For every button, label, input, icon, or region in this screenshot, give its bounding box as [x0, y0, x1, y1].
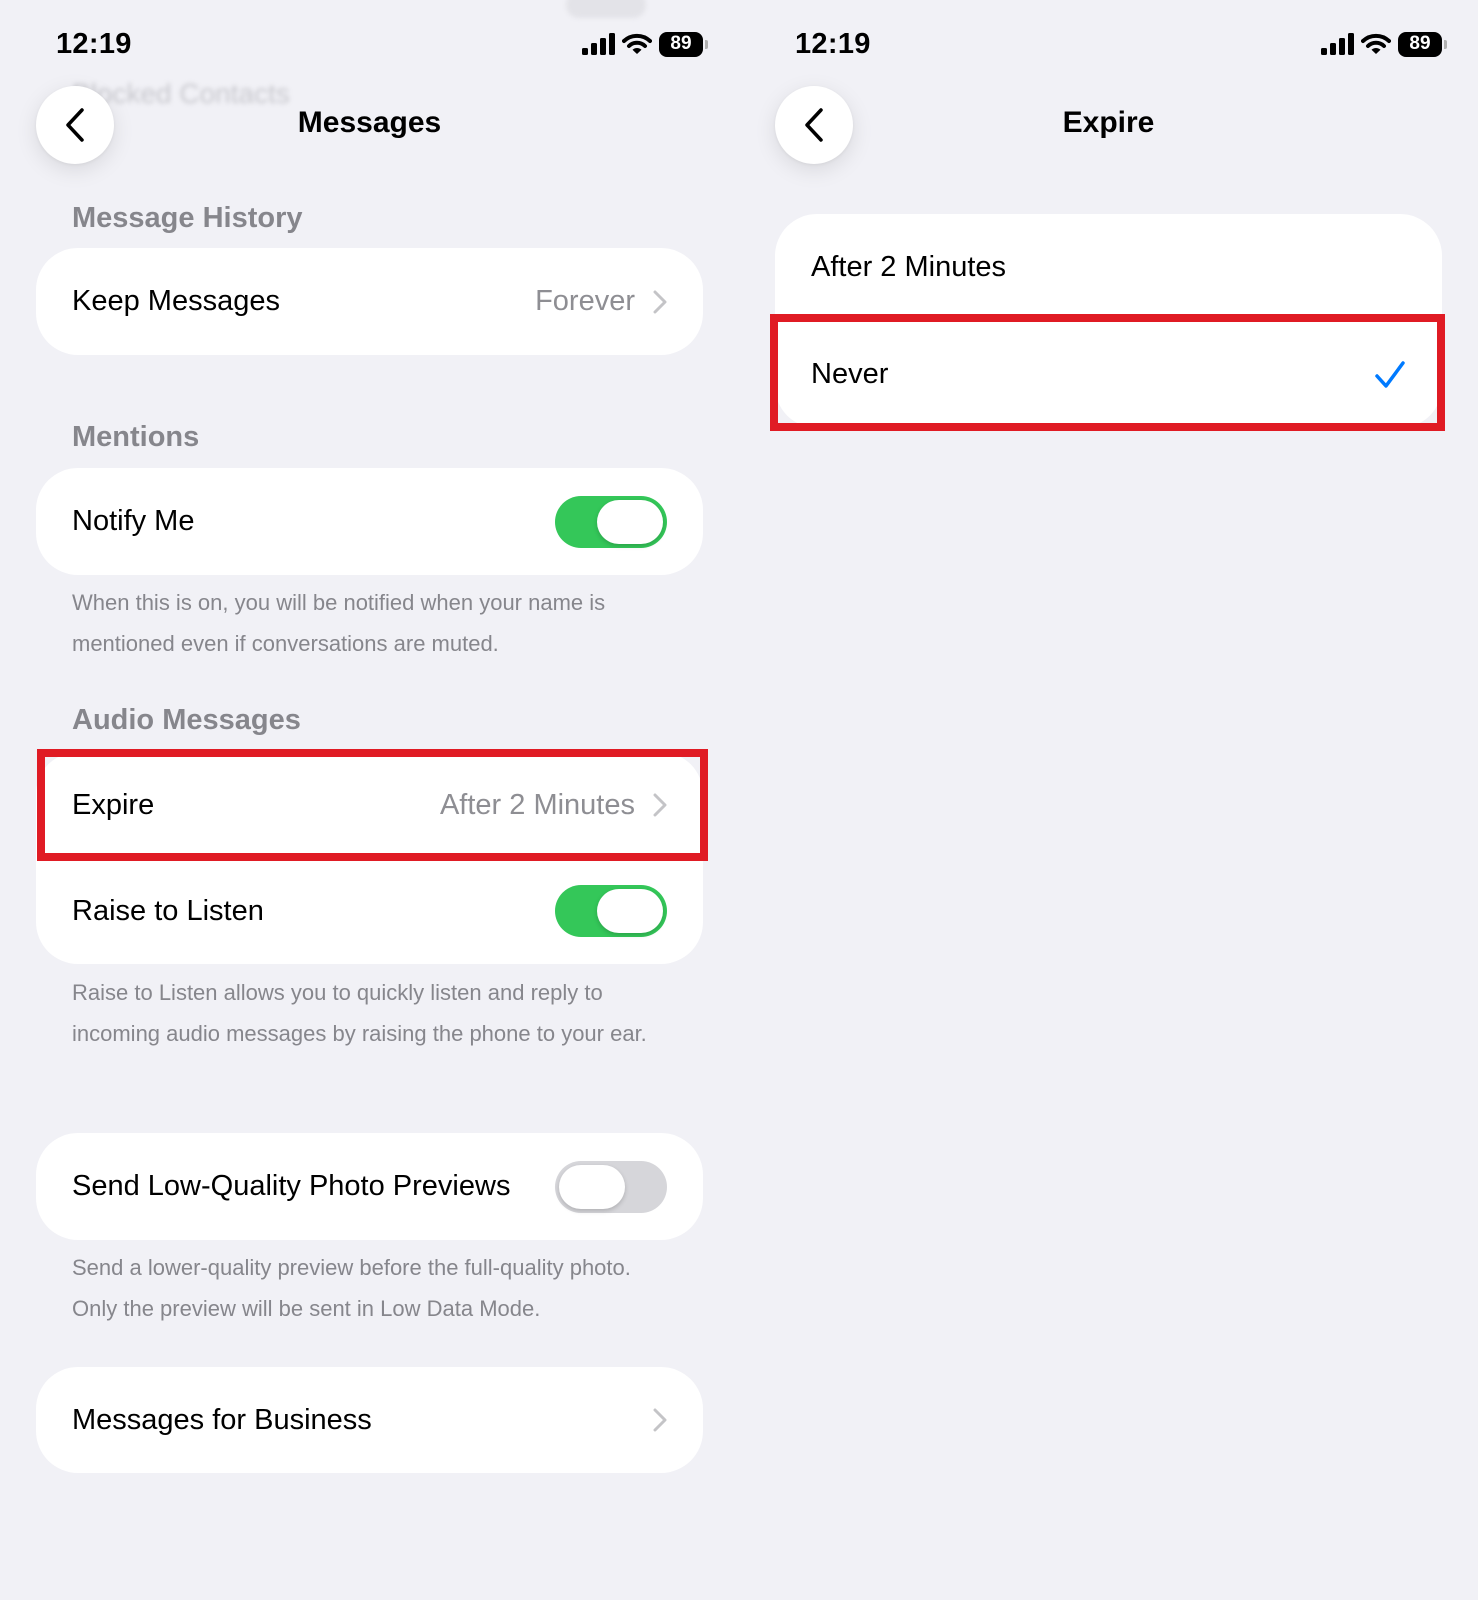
section-header-mentions: Mentions: [72, 421, 200, 453]
messages-settings-screen: Blocked Contacts 12:19 89 Messages Messa…: [0, 0, 739, 1600]
mentions-card: Notify Me: [36, 468, 703, 575]
keep-messages-label: Keep Messages: [72, 285, 280, 317]
raise-to-listen-toggle[interactable]: [555, 885, 667, 937]
toggle-knob: [597, 889, 663, 933]
notify-me-row: Notify Me: [36, 468, 703, 575]
status-time: 12:19: [795, 28, 871, 60]
raise-to-listen-row: Raise to Listen: [36, 858, 703, 964]
option-never[interactable]: Never: [775, 321, 1442, 428]
mentions-footnote: When this is on, you will be notified wh…: [72, 590, 606, 656]
notify-me-toggle[interactable]: [555, 495, 667, 548]
option-label: Never: [811, 358, 889, 390]
keep-messages-value: Forever: [535, 285, 635, 317]
chevron-right-icon: [653, 290, 667, 313]
option-label: After 2 Minutes: [811, 251, 1007, 283]
page-title: Messages: [297, 106, 442, 139]
option-after-2-minutes[interactable]: After 2 Minutes: [775, 214, 1442, 321]
status-icons: 89: [582, 30, 708, 58]
chevron-right-icon: [653, 793, 667, 817]
toggle-knob: [597, 499, 663, 544]
messages-for-business-row[interactable]: Messages for Business: [36, 1367, 703, 1473]
wifi-icon: [1361, 33, 1391, 54]
wifi-icon: [622, 33, 652, 54]
message-history-card: Keep Messages Forever: [36, 248, 703, 355]
messages-for-business-label: Messages for Business: [72, 1403, 372, 1436]
section-header-message-history: Message History: [72, 202, 303, 234]
expire-label: Expire: [72, 788, 155, 821]
status-icons: 89: [1321, 30, 1447, 58]
scrolled-toggle-ghost: [566, 0, 646, 18]
photo-previews-toggle[interactable]: [555, 1160, 667, 1213]
expire-value: After 2 Minutes: [439, 788, 635, 821]
expire-options-screen: 12:19 89 Expire After 2 Minutes Never: [739, 0, 1478, 1600]
audio-messages-footnote: Raise to Listen allows you to quickly li…: [72, 980, 647, 1046]
battery-icon: 89: [659, 31, 708, 57]
battery-icon: 89: [1398, 31, 1447, 57]
checkmark-icon: [1375, 360, 1405, 388]
notify-me-label: Notify Me: [72, 505, 195, 537]
keep-messages-row[interactable]: Keep Messages Forever: [36, 248, 703, 355]
expire-row[interactable]: Expire After 2 Minutes: [36, 752, 703, 858]
page-title: Expire: [1062, 106, 1155, 139]
photo-previews-label: Send Low-Quality Photo Previews: [72, 1170, 511, 1202]
cellular-signal-icon: [582, 33, 615, 55]
cellular-signal-icon: [1321, 33, 1354, 55]
expire-options-card: After 2 Minutes Never: [775, 214, 1442, 428]
raise-to-listen-label: Raise to Listen: [72, 894, 264, 927]
photo-previews-footnote: Send a lower-quality preview before the …: [72, 1255, 631, 1321]
toggle-knob: [559, 1164, 625, 1209]
photo-previews-card: Send Low-Quality Photo Previews: [36, 1133, 703, 1240]
status-time: 12:19: [56, 28, 132, 60]
audio-messages-card: Expire After 2 Minutes Raise to Listen: [36, 752, 703, 964]
photo-previews-row: Send Low-Quality Photo Previews: [36, 1133, 703, 1240]
chevron-right-icon: [653, 1408, 667, 1432]
business-card: Messages for Business: [36, 1367, 703, 1473]
section-header-audio-messages: Audio Messages: [72, 704, 301, 736]
